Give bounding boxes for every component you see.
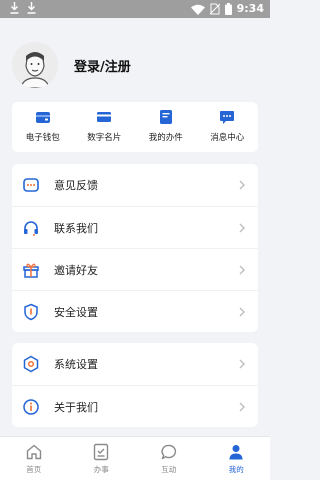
- chevron-right-icon: [239, 402, 245, 412]
- quick-action-label: 消息中心: [210, 133, 245, 143]
- login-register-link[interactable]: 登录/注册: [74, 56, 131, 75]
- menu-item-label: 邀请好友: [54, 263, 98, 277]
- chevron-right-icon: [239, 223, 245, 233]
- task-icon: [94, 443, 109, 461]
- download-icon: [27, 2, 36, 14]
- wallet-icon: [35, 112, 50, 123]
- shield-icon: [24, 303, 38, 321]
- chevron-right-icon: [239, 307, 245, 317]
- menu-item-feedback[interactable]: 意见反馈: [12, 164, 258, 206]
- tab-mine[interactable]: 我的: [203, 437, 271, 480]
- tab-home[interactable]: 首页: [0, 437, 68, 480]
- tab-tasks[interactable]: 办事: [68, 437, 136, 480]
- tab-label: 互动: [161, 465, 177, 474]
- quick-action-wallet[interactable]: 电子钱包: [12, 102, 74, 152]
- gear-icon: [23, 355, 39, 373]
- tab-label: 我的: [228, 465, 244, 474]
- bottom-tab-bar: 首页 办事 互动 我的: [0, 436, 270, 480]
- status-bar: 9:34: [0, 0, 270, 18]
- menu-item-label: 关于我们: [54, 400, 98, 414]
- menu-item-contact-us[interactable]: 联系我们: [12, 206, 258, 248]
- wifi-icon: [190, 4, 205, 15]
- feedback-icon: [23, 178, 39, 192]
- battery-icon: [224, 3, 232, 15]
- tab-label: 办事: [93, 465, 109, 474]
- menu-item-system-settings[interactable]: 系统设置: [12, 343, 258, 385]
- quick-actions-card: 电子钱包 数字名片 我的办件 消息中心: [12, 102, 258, 152]
- chevron-right-icon: [239, 180, 245, 190]
- menu-group-general: 意见反馈 联系我们 邀请好友 安全设置: [12, 164, 258, 332]
- menu-group-system: 系统设置 关于我们: [12, 343, 258, 427]
- quick-action-message-center[interactable]: 消息中心: [197, 102, 259, 152]
- headset-icon: [24, 221, 38, 236]
- profile-header[interactable]: 登录/注册: [0, 18, 270, 100]
- quick-action-label: 电子钱包: [25, 133, 60, 143]
- menu-item-label: 意见反馈: [54, 179, 98, 192]
- menu-item-security-settings[interactable]: 安全设置: [12, 290, 258, 332]
- menu-item-about-us[interactable]: 关于我们: [12, 385, 258, 427]
- menu-item-label: 联系我们: [54, 221, 98, 235]
- quick-action-label: 数字名片: [87, 133, 122, 143]
- menu-item-label: 安全设置: [54, 305, 98, 319]
- chevron-right-icon: [239, 359, 245, 369]
- info-icon: [23, 399, 39, 415]
- quick-action-my-tasks[interactable]: 我的办件: [135, 102, 197, 152]
- default-avatar-icon: [12, 42, 58, 88]
- no-sim-icon: [209, 3, 220, 15]
- tab-interact[interactable]: 互动: [135, 437, 203, 480]
- message-icon: [220, 111, 235, 124]
- download-icon: [10, 2, 19, 14]
- tab-label: 首页: [26, 465, 42, 474]
- quick-action-digital-card[interactable]: 数字名片: [74, 102, 136, 152]
- card-icon: [97, 112, 112, 122]
- gift-icon: [23, 263, 39, 278]
- menu-item-label: 系统设置: [54, 358, 98, 371]
- status-time: 9:34: [236, 2, 264, 15]
- quick-action-label: 我的办件: [148, 133, 183, 143]
- avatar[interactable]: [12, 42, 58, 88]
- user-icon: [229, 445, 243, 460]
- home-icon: [26, 444, 41, 460]
- chat-icon: [161, 444, 176, 460]
- chevron-right-icon: [239, 265, 245, 275]
- document-icon: [159, 110, 172, 124]
- menu-item-invite-friends[interactable]: 邀请好友: [12, 248, 258, 290]
